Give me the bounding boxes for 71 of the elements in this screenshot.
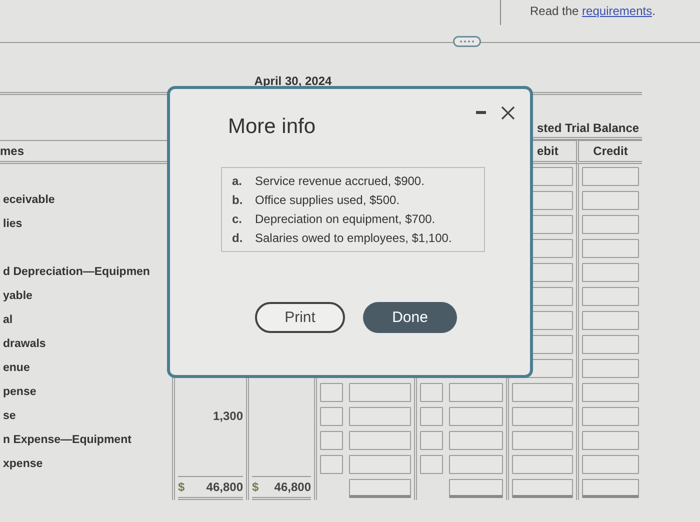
amount-field[interactable] bbox=[582, 430, 639, 450]
amount-field[interactable] bbox=[582, 382, 639, 402]
item-letter: b. bbox=[232, 193, 244, 207]
amount-field[interactable] bbox=[512, 430, 573, 450]
reference-field[interactable] bbox=[320, 406, 343, 426]
account-name: pense bbox=[3, 386, 36, 398]
amount-field[interactable] bbox=[582, 286, 639, 306]
reference-field[interactable] bbox=[420, 382, 443, 402]
item-text: Salaries owed to employees, $1,100. bbox=[255, 231, 452, 245]
reference-field[interactable] bbox=[420, 454, 443, 474]
done-button[interactable]: Done bbox=[363, 302, 457, 333]
dialog-title: More info bbox=[228, 115, 316, 139]
amount-field[interactable] bbox=[582, 214, 639, 234]
amount-field[interactable] bbox=[582, 478, 639, 498]
amount-text: 46,800 bbox=[274, 480, 311, 494]
item-text: Depreciation on equipment, $700. bbox=[255, 212, 436, 226]
amount-field[interactable] bbox=[582, 334, 639, 354]
date-heading: April 30, 2024 bbox=[253, 73, 333, 88]
currency-symbol: $ bbox=[252, 480, 259, 494]
amount-field[interactable] bbox=[449, 406, 503, 426]
amount-field[interactable] bbox=[512, 406, 573, 426]
amount-field[interactable] bbox=[512, 478, 573, 498]
amount-field[interactable] bbox=[449, 430, 503, 450]
amount-text: 46,800 bbox=[206, 480, 243, 494]
amount-field[interactable] bbox=[582, 358, 639, 378]
account-name: al bbox=[3, 314, 13, 326]
amount-text: 1,300 bbox=[212, 409, 243, 423]
amount-field[interactable] bbox=[349, 430, 411, 450]
requirements-prompt: Read the requirements. bbox=[530, 4, 656, 18]
amount-field[interactable] bbox=[449, 382, 503, 402]
item-letter: a. bbox=[232, 174, 244, 188]
amount-field[interactable] bbox=[582, 310, 639, 330]
amount-field[interactable] bbox=[582, 190, 639, 210]
account-name: lies bbox=[3, 218, 22, 230]
reference-field[interactable] bbox=[320, 430, 343, 450]
ellipsis-handle-icon[interactable] bbox=[453, 36, 481, 47]
account-name: d Depreciation—Equipmen bbox=[3, 266, 150, 278]
close-icon bbox=[500, 105, 516, 121]
item-letter: d. bbox=[232, 231, 244, 245]
amount-field[interactable] bbox=[449, 478, 503, 498]
amount-field[interactable] bbox=[349, 406, 411, 426]
amount-field[interactable] bbox=[349, 478, 411, 498]
requirements-link[interactable]: requirements bbox=[582, 4, 652, 18]
account-name: drawals bbox=[3, 338, 46, 350]
account-name: enue bbox=[3, 362, 30, 374]
amount-field[interactable] bbox=[582, 262, 639, 282]
amount-field[interactable] bbox=[582, 454, 639, 474]
minimize-icon bbox=[476, 111, 486, 114]
amount-field[interactable] bbox=[582, 238, 639, 258]
account-name: se bbox=[3, 410, 16, 422]
account-name: eceivable bbox=[3, 194, 55, 206]
amount-field[interactable] bbox=[582, 406, 639, 426]
item-text: Service revenue accrued, $900. bbox=[255, 174, 424, 188]
column-heading: Credit bbox=[576, 140, 642, 164]
amount-field[interactable] bbox=[512, 454, 573, 474]
amount-field[interactable] bbox=[512, 382, 573, 402]
reference-field[interactable] bbox=[320, 382, 343, 402]
amount-field[interactable] bbox=[349, 382, 411, 402]
reference-field[interactable] bbox=[320, 454, 343, 474]
amount-field[interactable] bbox=[582, 166, 639, 186]
amount-field[interactable] bbox=[349, 454, 411, 474]
account-name: xpense bbox=[3, 458, 43, 470]
item-text: Office supplies used, $500. bbox=[255, 193, 400, 207]
item-letter: c. bbox=[232, 212, 244, 226]
currency-symbol: $ bbox=[178, 480, 185, 494]
account-name: n Expense—Equipment bbox=[3, 434, 132, 446]
print-button[interactable]: Print bbox=[255, 302, 345, 333]
account-name: yable bbox=[3, 290, 32, 302]
amount-field[interactable] bbox=[449, 454, 503, 474]
reference-field[interactable] bbox=[420, 406, 443, 426]
reference-field[interactable] bbox=[420, 430, 443, 450]
